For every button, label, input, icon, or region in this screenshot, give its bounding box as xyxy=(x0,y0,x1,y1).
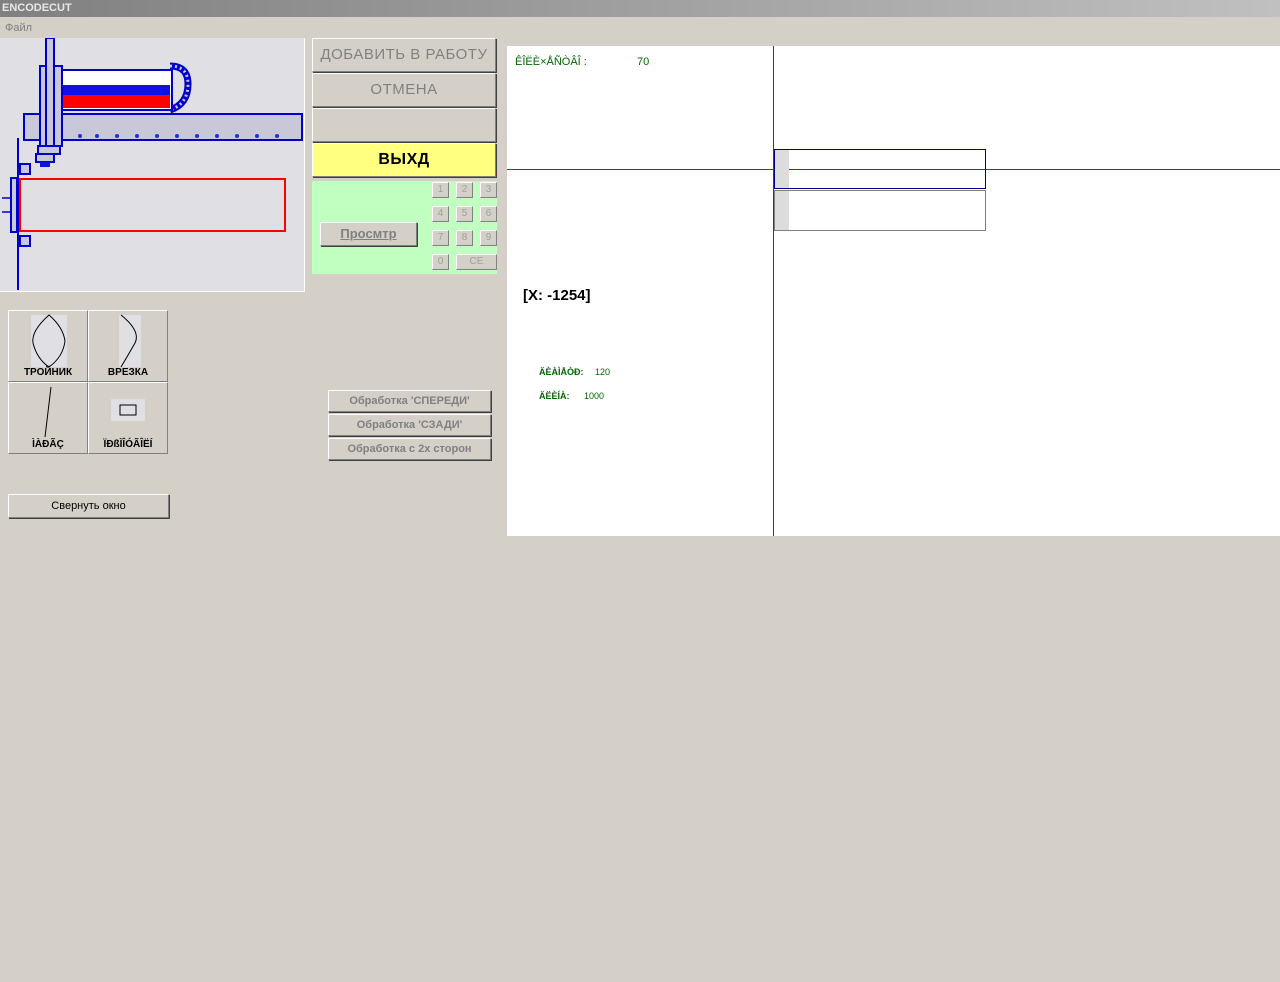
part-outline-top xyxy=(774,149,986,189)
coordinate-readout: [X: -1254] xyxy=(523,287,591,304)
blank-button[interactable] xyxy=(312,108,496,142)
numpad-key-3[interactable]: 3 xyxy=(480,182,497,198)
diameter-label: ÄÈÀÌÅÒÐ: xyxy=(539,367,584,377)
shape-tee-label: ТРОЙНИК xyxy=(23,367,73,378)
length-value: 1000 xyxy=(584,391,605,401)
menu-file[interactable]: Файл xyxy=(5,22,32,34)
numpad-key-8[interactable]: 8 xyxy=(456,230,473,246)
diameter-value: 120 xyxy=(595,367,611,377)
length-label: ÄËÈÍÀ: xyxy=(539,391,570,401)
shape-insert-button[interactable]: ВРЕЗКА xyxy=(88,310,168,382)
part-outline-bottom xyxy=(774,190,986,231)
cutting-machine-graphic xyxy=(2,37,303,290)
shape-tee-button[interactable]: ТРОЙНИК xyxy=(8,310,88,382)
numpad-key-1[interactable]: 1 xyxy=(432,182,449,198)
shape-insert-label: ВРЕЗКА xyxy=(107,367,149,378)
line-shape-icon xyxy=(44,386,52,438)
numpad-key-5[interactable]: 5 xyxy=(456,206,473,222)
numpad-key-7[interactable]: 7 xyxy=(432,230,449,246)
add-to-work-button[interactable]: ДОБАВИТЬ В РАБОТУ xyxy=(312,38,496,72)
process-front-button[interactable]: Обработка 'СПЕРЕДИ' xyxy=(328,390,491,412)
numpad-key-4[interactable]: 4 xyxy=(432,206,449,222)
numpad-key-0[interactable]: 0 xyxy=(432,254,449,270)
exit-button[interactable]: ВЫХД xyxy=(312,143,496,177)
rectangle-shape-icon xyxy=(111,399,145,421)
tee-shape-icon xyxy=(31,314,67,368)
preview-button[interactable]: Просмтр xyxy=(320,222,417,246)
numpad-key-2[interactable]: 2 xyxy=(456,182,473,198)
drawing-canvas[interactable]: ÊÎËÈ×ÅÑÒÂÎ : 70 [X: -1254] ÄÈÀÌÅÒÐ: 120 … xyxy=(507,46,1280,536)
process-back-button[interactable]: Обработка 'СЗАДИ' xyxy=(328,414,491,436)
numpad-key-6[interactable]: 6 xyxy=(480,206,497,222)
shape-rectangle-label: ÏÐßÌÎÓÃÎËÍ xyxy=(103,439,153,450)
machine-illustration xyxy=(0,37,305,292)
numpad-key-ce[interactable]: CE xyxy=(456,254,497,270)
numpad-panel: Просмтр 1 2 3 4 5 6 7 8 9 0 CE xyxy=(312,181,497,274)
collapse-window-button[interactable]: Свернуть окно xyxy=(8,494,169,518)
quantity-value: 70 xyxy=(637,56,650,68)
numpad-key-9[interactable]: 9 xyxy=(480,230,497,246)
quantity-label: ÊÎËÈ×ÅÑÒÂÎ : xyxy=(515,56,587,68)
shape-margin-button[interactable]: ÌÀÐÃÇ xyxy=(8,382,88,454)
menubar: Файл xyxy=(0,19,1280,37)
cancel-button[interactable]: ОТМЕНА xyxy=(312,73,496,107)
window-title: ENCODECUT xyxy=(0,0,1280,17)
shape-rectangle-button[interactable]: ÏÐßÌÎÓÃÎËÍ xyxy=(88,382,168,454)
process-both-sides-button[interactable]: Обработка с 2х сторон xyxy=(328,438,491,460)
crosshair-vertical xyxy=(773,46,774,536)
insert-shape-icon xyxy=(119,314,141,368)
shape-selector: ТРОЙНИК ВРЕЗКА ÌÀÐÃÇ ÏÐßÌÎÓÃÎËÍ xyxy=(8,310,169,455)
shape-margin-label: ÌÀÐÃÇ xyxy=(32,439,64,450)
